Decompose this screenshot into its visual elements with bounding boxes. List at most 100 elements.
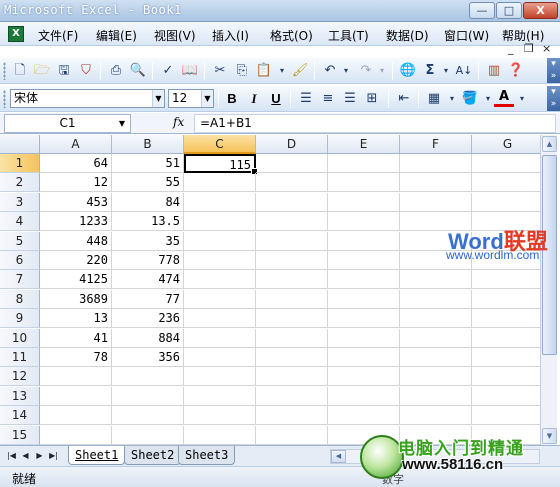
scroll-left-icon[interactable]: ◀ — [331, 450, 346, 463]
redo-dropdown-icon[interactable]: ▾ — [372, 61, 392, 81]
permission-icon[interactable]: ⛉ — [76, 61, 96, 81]
cell-b7[interactable]: 474 — [112, 270, 184, 290]
formula-input[interactable]: =A1+B1 — [194, 114, 556, 133]
cell-g8[interactable] — [472, 290, 540, 309]
spelling-icon[interactable]: ✓ — [158, 61, 178, 81]
align-left-icon[interactable]: ☰ — [296, 89, 316, 109]
sheet-tab-sheet2[interactable]: Sheet2 — [124, 446, 182, 465]
copy-icon[interactable]: ⎘ — [232, 61, 252, 81]
cell-a14[interactable] — [40, 406, 112, 426]
cell-b3[interactable]: 84 — [112, 192, 184, 212]
row-header-5[interactable]: 5 — [0, 231, 40, 251]
cell-c14[interactable] — [184, 406, 256, 426]
cell-b5[interactable]: 35 — [112, 231, 184, 251]
column-header-d[interactable]: D — [256, 135, 328, 154]
cell-a1[interactable]: 64 — [40, 154, 112, 173]
cell-e4[interactable] — [328, 212, 400, 232]
cell-c7[interactable] — [184, 270, 256, 290]
cell-a8[interactable]: 3689 — [40, 289, 112, 309]
cell-e6[interactable] — [328, 251, 400, 270]
fill-color-icon[interactable]: 🪣 — [460, 89, 480, 109]
borders-dropdown-icon[interactable]: ▾ — [442, 89, 462, 109]
cell-f10[interactable] — [400, 328, 472, 348]
scroll-up-icon[interactable]: ▲ — [542, 136, 557, 152]
toolbar-grip[interactable] — [3, 62, 6, 80]
cell-b8[interactable]: 77 — [112, 289, 184, 309]
menu-tools[interactable]: 工具(T) — [328, 27, 369, 44]
cell-d13[interactable] — [256, 386, 328, 406]
cell-d9[interactable] — [256, 309, 328, 329]
save-icon[interactable]: 🖫 — [54, 61, 74, 81]
autosum-dropdown-icon[interactable]: ▾ — [436, 61, 456, 81]
open-folder-icon[interactable]: 🗁 — [32, 61, 52, 81]
cell-d6[interactable] — [256, 251, 328, 270]
cell-f12[interactable] — [400, 367, 472, 387]
cell-a4[interactable]: 1233 — [40, 212, 112, 232]
sheet-tab-sheet1[interactable]: Sheet1 — [68, 446, 126, 465]
column-header-f[interactable]: F — [400, 135, 472, 154]
decrease-indent-icon[interactable]: ⇤ — [394, 89, 414, 109]
cell-a11[interactable]: 78 — [40, 348, 112, 367]
cell-f3[interactable] — [400, 192, 472, 212]
cell-b12[interactable] — [112, 367, 184, 387]
cell-e7[interactable] — [328, 270, 400, 290]
cell-c8[interactable] — [184, 289, 256, 309]
vertical-scrollbar[interactable]: ▲ ▼ — [540, 135, 557, 445]
cell-d4[interactable] — [256, 212, 328, 232]
cell-b1[interactable]: 51 — [112, 154, 184, 173]
cell-d14[interactable] — [256, 406, 328, 426]
column-header-g[interactable]: G — [472, 135, 540, 154]
help-icon[interactable]: ❓ — [506, 61, 526, 81]
cell-g11[interactable] — [472, 348, 540, 367]
align-center-icon[interactable]: ≡ — [318, 89, 338, 109]
chevron-down-icon[interactable]: ▼ — [152, 90, 164, 107]
cell-g10[interactable] — [472, 329, 540, 348]
cell-d7[interactable] — [256, 270, 328, 290]
cell-g12[interactable] — [472, 367, 540, 387]
merge-center-icon[interactable]: ⊞ — [362, 89, 382, 109]
cell-b11[interactable]: 356 — [112, 348, 184, 367]
cell-a3[interactable]: 453 — [40, 192, 112, 212]
cell-b6[interactable]: 778 — [112, 251, 184, 270]
cell-f2[interactable] — [400, 173, 472, 193]
research-icon[interactable]: 📖 — [180, 61, 200, 81]
cell-e3[interactable] — [328, 192, 400, 212]
doc-restore-button[interactable]: ❐ — [524, 42, 534, 55]
hyperlink-icon[interactable]: 🌐 — [398, 61, 418, 81]
cell-c15[interactable] — [184, 425, 256, 445]
cell-c13[interactable] — [184, 386, 256, 406]
chart-wizard-icon[interactable]: ▥ — [484, 61, 504, 81]
cell-e11[interactable] — [328, 348, 400, 367]
insert-function-icon[interactable]: fx — [173, 115, 184, 129]
cell-g14[interactable] — [472, 406, 540, 426]
column-header-c[interactable]: C — [184, 135, 256, 154]
column-header-b[interactable]: B — [112, 135, 184, 154]
cell-f14[interactable] — [400, 406, 472, 426]
cell-d11[interactable] — [256, 348, 328, 367]
new-icon[interactable]: 🗋 — [10, 61, 30, 81]
next-sheet-icon[interactable]: ▶ — [34, 450, 45, 462]
previous-sheet-icon[interactable]: ◀ — [20, 450, 31, 462]
menu-view[interactable]: 视图(V) — [154, 27, 196, 44]
close-button[interactable]: X — [523, 2, 558, 19]
font-size-select[interactable]: 12 ▼ — [168, 89, 214, 108]
cell-a5[interactable]: 448 — [40, 231, 112, 251]
doc-minimize-button[interactable]: _ — [508, 42, 514, 55]
cell-b15[interactable] — [112, 425, 184, 445]
cell-f11[interactable] — [400, 348, 472, 367]
cell-g2[interactable] — [472, 173, 540, 193]
font-color-button[interactable]: A — [494, 89, 514, 107]
cell-a6[interactable]: 220 — [40, 251, 112, 270]
underline-button[interactable]: U — [266, 89, 286, 109]
cell-b9[interactable]: 236 — [112, 309, 184, 329]
cell-e2[interactable] — [328, 173, 400, 193]
cell-d5[interactable] — [256, 231, 328, 251]
row-header-6[interactable]: 6 — [0, 251, 40, 270]
cell-a12[interactable] — [40, 367, 112, 387]
last-sheet-icon[interactable]: ▶| — [48, 450, 59, 462]
menu-format[interactable]: 格式(O) — [270, 27, 313, 44]
minimize-button[interactable]: — — [469, 2, 495, 19]
row-header-13[interactable]: 13 — [0, 386, 40, 406]
row-header-14[interactable]: 14 — [0, 406, 40, 426]
cell-c3[interactable] — [184, 192, 256, 212]
